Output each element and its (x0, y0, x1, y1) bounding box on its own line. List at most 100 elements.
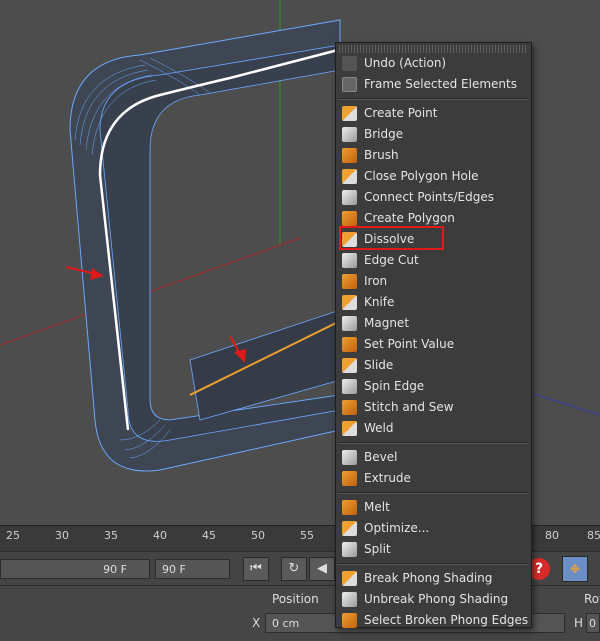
frame-icon (342, 77, 357, 92)
menu-item-label: Slide (364, 358, 394, 372)
brush-icon (342, 148, 357, 163)
h-label: H (574, 616, 584, 630)
menu-item-unbreak-phong-shading[interactable]: Unbreak Phong Shading (336, 589, 531, 610)
bridge-icon (342, 127, 357, 142)
menu-item-spin-edge[interactable]: Spin Edge (336, 376, 531, 397)
rounded-frame-object (69, 19, 341, 472)
menu-item-knife[interactable]: Knife (336, 292, 531, 313)
menu-separator (338, 98, 529, 100)
timeline-tick: 40 (153, 529, 167, 542)
unbreak-phong-icon (342, 592, 357, 607)
menu-item-magnet[interactable]: Magnet (336, 313, 531, 334)
menu-separator (338, 442, 529, 444)
menu-item-break-phong-shading[interactable]: Break Phong Shading (336, 568, 531, 589)
optimize-icon (342, 521, 357, 536)
bevel-icon (342, 450, 357, 465)
menu-item-label: Unbreak Phong Shading (364, 592, 509, 606)
menu-item-undo-action[interactable]: Undo (Action) (336, 53, 531, 74)
menu-item-weld[interactable]: Weld (336, 418, 531, 439)
menu-item-iron[interactable]: Iron (336, 271, 531, 292)
timeline-tick: 50 (251, 529, 265, 542)
menu-item-bridge[interactable]: Bridge (336, 124, 531, 145)
menu-item-label: Iron (364, 274, 388, 288)
connect-icon (342, 190, 357, 205)
menu-item-close-polygon-hole[interactable]: Close Polygon Hole (336, 166, 531, 187)
menu-item-split[interactable]: Split (336, 539, 531, 560)
end-frame-field-2[interactable]: 90 F (155, 559, 230, 579)
menu-item-label: Edge Cut (364, 253, 419, 267)
melt-icon (342, 500, 357, 515)
menu-grip[interactable] (339, 45, 528, 53)
menu-item-label: Split (364, 542, 391, 556)
menu-item-label: Melt (364, 500, 390, 514)
menu-item-label: Set Point Value (364, 337, 455, 351)
menu-item-label: Knife (364, 295, 395, 309)
timeline-tick: 80 (545, 529, 559, 542)
menu-item-frame-selected-elements[interactable]: Frame Selected Elements (336, 74, 531, 95)
break-phong-icon (342, 571, 357, 586)
loop-icon[interactable]: ↻ (281, 557, 307, 581)
menu-item-optimize[interactable]: Optimize... (336, 518, 531, 539)
spin-edge-icon (342, 379, 357, 394)
menu-item-label: Undo (Action) (364, 56, 447, 70)
stitch-icon (342, 400, 357, 415)
timeline-tick: 35 (104, 529, 118, 542)
timeline-tick: 30 (55, 529, 69, 542)
timeline-tick: 25 (6, 529, 20, 542)
menu-item-label: Stitch and Sew (364, 400, 454, 414)
menu-item-label: Extrude (364, 471, 411, 485)
extrude-icon (342, 471, 357, 486)
create-point-icon (342, 106, 357, 121)
menu-item-brush[interactable]: Brush (336, 145, 531, 166)
menu-item-label: Close Polygon Hole (364, 169, 479, 183)
magnet-icon (342, 316, 357, 331)
menu-item-melt[interactable]: Melt (336, 497, 531, 518)
position-label: Position (272, 592, 319, 606)
step-back-button[interactable]: ◀ (309, 557, 335, 581)
menu-item-label: Select Broken Phong Edges (364, 613, 529, 627)
slide-icon (342, 358, 357, 373)
x-label: X (252, 616, 261, 630)
end-frame-field[interactable]: 90 F (0, 559, 150, 579)
timeline-tick: 55 (300, 529, 314, 542)
knife-icon (342, 295, 357, 310)
menu-item-label: Bridge (364, 127, 404, 141)
menu-item-label: Break Phong Shading (364, 571, 493, 585)
context-menu: Undo (Action) Frame Selected Elements Crea… (335, 42, 532, 628)
menu-item-set-point-value[interactable]: Set Point Value (336, 334, 531, 355)
dissolve-highlight-box (339, 226, 444, 250)
create-polygon-icon (342, 211, 357, 226)
menu-item-extrude[interactable]: Extrude (336, 468, 531, 489)
menu-item-label: Connect Points/Edges (364, 190, 494, 204)
menu-item-edge-cut[interactable]: Edge Cut (336, 250, 531, 271)
menu-item-stitch-and-sew[interactable]: Stitch and Sew (336, 397, 531, 418)
menu-item-bevel[interactable]: Bevel (336, 447, 531, 468)
menu-item-label: Weld (364, 421, 394, 435)
menu-separator (338, 492, 529, 494)
menu-item-label: Create Point (364, 106, 438, 120)
split-icon (342, 542, 357, 557)
rotation-label: Rot (584, 592, 600, 606)
iron-icon (342, 274, 357, 289)
timeline-tick: 85 (587, 529, 600, 542)
menu-item-label: Spin Edge (364, 379, 425, 393)
menu-item-connect-points-edges[interactable]: Connect Points/Edges (336, 187, 531, 208)
weld-icon (342, 421, 357, 436)
menu-item-label: Brush (364, 148, 399, 162)
menu-item-create-point[interactable]: Create Point (336, 103, 531, 124)
menu-item-label: Create Polygon (364, 211, 455, 225)
edge-cut-icon (342, 253, 357, 268)
move-tool-icon[interactable]: ✥ (562, 556, 588, 582)
undo-icon (342, 56, 357, 71)
menu-items: Undo (Action) Frame Selected Elements Crea… (336, 53, 531, 631)
menu-item-select-broken-phong-edges[interactable]: Select Broken Phong Edges (336, 610, 531, 631)
menu-item-label: Bevel (364, 450, 398, 464)
timeline-tick: 45 (202, 529, 216, 542)
menu-item-slide[interactable]: Slide (336, 355, 531, 376)
h-rotation-field[interactable]: 0 (586, 613, 600, 633)
menu-separator (338, 563, 529, 565)
menu-item-label: Magnet (364, 316, 410, 330)
select-phong-icon (342, 613, 357, 628)
go-to-start-button[interactable]: ⏮ (243, 557, 269, 581)
close-polygon-hole-icon (342, 169, 357, 184)
